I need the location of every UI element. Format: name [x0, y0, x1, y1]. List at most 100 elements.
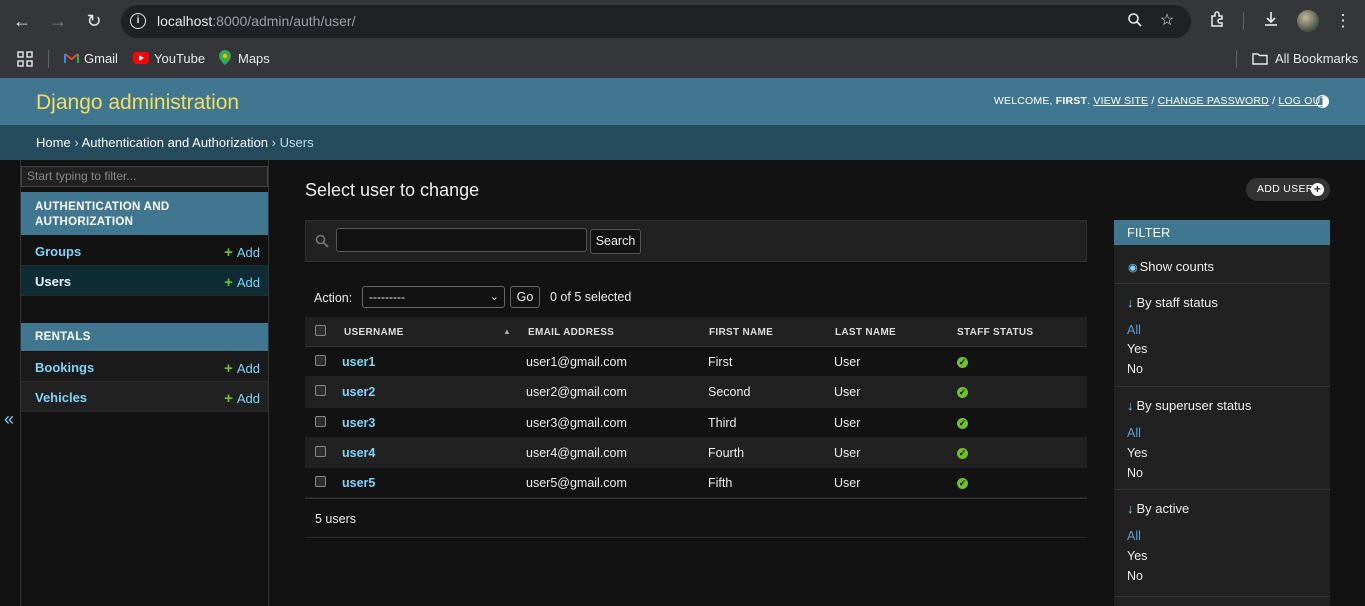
- action-select[interactable]: --------- ⌄: [362, 286, 505, 308]
- site-branding[interactable]: Django administration: [36, 91, 239, 115]
- filter-staff-status-title[interactable]: ↓ By staff status: [1127, 295, 1218, 310]
- row-checkbox[interactable]: [315, 385, 326, 397]
- row-checkbox[interactable]: [315, 445, 326, 457]
- check-icon: ✓: [957, 478, 968, 490]
- bookmark-star-icon[interactable]: ☆: [1158, 12, 1176, 30]
- extensions-icon[interactable]: [1207, 10, 1229, 32]
- sidebar-item-users[interactable]: Users + Add: [21, 266, 268, 296]
- add-vehicles-link[interactable]: + Add: [224, 390, 260, 407]
- sidebar-item-label[interactable]: Users: [35, 274, 71, 289]
- bookmark-gmail[interactable]: Gmail: [64, 49, 118, 69]
- zoom-icon[interactable]: [1126, 12, 1144, 30]
- row-checkbox[interactable]: [315, 476, 326, 488]
- email-cell: user5@gmail.com: [526, 476, 627, 491]
- email-cell: user2@gmail.com: [526, 385, 627, 400]
- table-row: user4 user4@gmail.com Fourth User ✓: [305, 437, 1087, 469]
- username-link[interactable]: user1: [342, 355, 375, 369]
- admin-header: Django administration WELCOME, FIRST. VI…: [0, 78, 1365, 125]
- username-link[interactable]: user4: [342, 446, 375, 460]
- add-users-link[interactable]: + Add: [224, 274, 260, 291]
- sidebar-item-bookings[interactable]: Bookings + Add: [21, 352, 268, 382]
- change-password-link[interactable]: CHANGE PASSWORD: [1158, 95, 1269, 107]
- column-last-name[interactable]: LAST NAME: [835, 327, 896, 338]
- filter-option-all[interactable]: All: [1127, 323, 1141, 337]
- filter-option-yes[interactable]: Yes: [1127, 549, 1147, 563]
- arrow-down-icon: ↓: [1127, 295, 1134, 310]
- filter-option-no[interactable]: No: [1127, 466, 1143, 480]
- view-site-link[interactable]: VIEW SITE: [1093, 95, 1148, 107]
- column-email[interactable]: EMAIL ADDRESS: [528, 327, 614, 338]
- add-label: Add: [236, 361, 260, 376]
- theme-toggle-icon[interactable]: [1316, 95, 1329, 108]
- search-button[interactable]: Search: [590, 229, 641, 254]
- sidebar-item-label[interactable]: Bookings: [35, 360, 94, 375]
- separator: /: [1272, 95, 1276, 107]
- filter-option-yes[interactable]: Yes: [1127, 342, 1147, 356]
- reload-icon[interactable]: ↻: [83, 10, 105, 32]
- filter-option-no[interactable]: No: [1127, 362, 1143, 376]
- profile-avatar[interactable]: [1297, 10, 1319, 32]
- breadcrumb-app[interactable]: Authentication and Authorization: [82, 135, 268, 150]
- sidebar-item-label[interactable]: Groups: [35, 244, 81, 259]
- download-icon[interactable]: [1260, 10, 1282, 32]
- column-first-name[interactable]: FIRST NAME: [709, 327, 773, 338]
- table-header: USERNAME ▲ EMAIL ADDRESS FIRST NAME LAST…: [305, 317, 1087, 347]
- bookmarks-bar: Gmail YouTube Maps All Bookmarks: [0, 44, 1365, 74]
- breadcrumb-separator: ›: [74, 135, 79, 150]
- bookmarks-divider-right: [1236, 50, 1237, 68]
- check-icon: ✓: [957, 417, 968, 429]
- back-icon[interactable]: ←: [11, 10, 33, 32]
- menu-kebab-icon[interactable]: ⋮: [1332, 10, 1354, 32]
- add-user-button[interactable]: ADD USER +: [1246, 178, 1330, 201]
- filter-option-all[interactable]: All: [1127, 529, 1141, 543]
- go-button[interactable]: Go: [510, 286, 540, 308]
- add-bookings-link[interactable]: + Add: [224, 360, 260, 377]
- add-groups-link[interactable]: + Add: [224, 244, 260, 261]
- username-link[interactable]: user3: [342, 416, 375, 430]
- row-checkbox[interactable]: [315, 355, 326, 366]
- username-link[interactable]: user2: [342, 385, 375, 399]
- filter-option-all[interactable]: All: [1127, 426, 1141, 440]
- select-all-checkbox[interactable]: [315, 325, 326, 336]
- bookmark-youtube[interactable]: YouTube: [133, 49, 205, 69]
- username-link[interactable]: user5: [342, 476, 375, 490]
- selected-count: 0 of 5 selected: [550, 290, 632, 304]
- sidebar-item-groups[interactable]: Groups + Add: [21, 236, 268, 266]
- site-info-icon[interactable]: i: [130, 13, 146, 29]
- filter-active-title[interactable]: ↓ By active: [1127, 501, 1189, 516]
- search-input[interactable]: [336, 228, 587, 252]
- welcome-text: WELCOME,: [993, 95, 1053, 107]
- first-name-cell: First: [708, 355, 733, 369]
- bookmark-maps[interactable]: Maps: [219, 49, 270, 69]
- results-table: USERNAME ▲ EMAIL ADDRESS FIRST NAME LAST…: [305, 317, 1087, 499]
- filter-option-yes[interactable]: Yes: [1127, 446, 1147, 460]
- sidebar-filter-input[interactable]: Start typing to filter...: [21, 166, 268, 187]
- sort-ascending-icon[interactable]: ▲: [503, 327, 511, 336]
- apps-grid-icon[interactable]: [17, 49, 33, 69]
- sidebar-item-vehicles[interactable]: Vehicles + Add: [21, 382, 268, 412]
- table-row: user5 user5@gmail.com Fifth User ✓: [305, 468, 1087, 499]
- address-bar[interactable]: i localhost:8000/admin/auth/user/ ☆: [121, 5, 1191, 38]
- row-checkbox[interactable]: [315, 415, 326, 427]
- address-url[interactable]: localhost:8000/admin/auth/user/: [157, 13, 355, 29]
- show-counts-link[interactable]: ◉ Show counts: [1128, 259, 1214, 274]
- search-toolbar: Search: [305, 220, 1087, 262]
- column-staff-status[interactable]: STAFF STATUS: [957, 327, 1033, 338]
- filter-superuser-status-title[interactable]: ↓ By superuser status: [1127, 398, 1251, 413]
- filter-option-no[interactable]: No: [1127, 569, 1143, 583]
- search-icon: [315, 234, 329, 248]
- filter-divider: [1114, 283, 1330, 284]
- breadcrumb-home[interactable]: Home: [36, 135, 71, 150]
- eye-icon: ◉: [1128, 262, 1138, 274]
- toolbar-divider: [1243, 12, 1244, 30]
- chevron-down-icon: ⌄: [489, 291, 499, 303]
- module-auth-caption[interactable]: AUTHENTICATION AND AUTHORIZATION: [21, 192, 268, 235]
- column-username[interactable]: USERNAME: [344, 327, 404, 338]
- all-bookmarks[interactable]: All Bookmarks: [1252, 49, 1358, 69]
- first-name-cell: Fourth: [708, 445, 745, 460]
- breadcrumb-current: Users: [279, 135, 314, 150]
- module-rentals-caption[interactable]: RENTALS: [21, 323, 268, 351]
- collapse-sidebar-button[interactable]: «: [4, 409, 14, 430]
- sidebar-item-label[interactable]: Vehicles: [35, 390, 87, 405]
- forward-icon[interactable]: →: [47, 10, 69, 32]
